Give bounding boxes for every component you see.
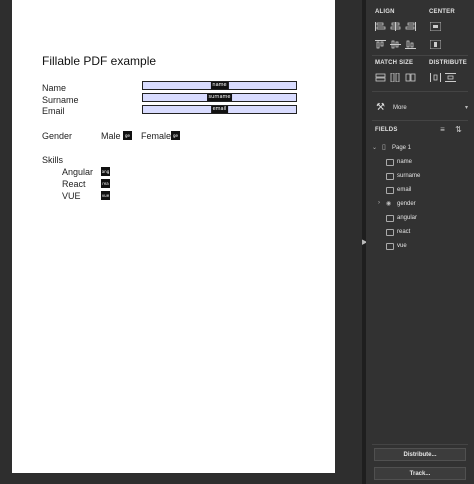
female-radio[interactable]: ge (171, 131, 180, 140)
distribute-button[interactable]: Distribute... (374, 448, 466, 461)
sort-icon[interactable]: ≡ (436, 124, 449, 135)
text-field-icon (386, 173, 394, 180)
section-divider (372, 91, 468, 92)
chevron-right-icon: › (378, 200, 380, 206)
align-center-horizontal-icon[interactable] (389, 22, 402, 33)
radio-group-icon: ◉ (386, 201, 392, 207)
distribute-vertical-icon[interactable] (444, 73, 457, 84)
align-header: ALIGN (375, 9, 395, 15)
track-button[interactable]: Track... (374, 467, 466, 480)
center-header: CENTER (429, 9, 455, 15)
section-divider (372, 444, 468, 445)
fields-header: FIELDS (375, 127, 398, 133)
name-field[interactable]: name (142, 81, 297, 90)
align-middle-icon[interactable] (389, 40, 402, 51)
tree-page-1[interactable]: ⌄ ▯ Page 1 (372, 144, 468, 154)
tree-item-react[interactable]: react (386, 228, 466, 238)
email-label: Email (42, 106, 65, 116)
tree-item-email[interactable]: email (386, 186, 466, 196)
surname-field[interactable]: surname (142, 93, 297, 102)
align-left-icon[interactable] (374, 22, 387, 33)
tree-item-label: email (397, 187, 412, 193)
center-vertical-icon[interactable] (429, 39, 442, 51)
chevron-down-icon: ⌄ (372, 145, 378, 151)
male-label: Male (101, 131, 121, 141)
page-icon: ▯ (382, 144, 386, 151)
align-bottom-icon[interactable] (404, 40, 417, 51)
male-radio[interactable]: ge (123, 131, 132, 140)
email-field-tag: email (210, 106, 229, 113)
tree-page-label: Page 1 (392, 145, 412, 151)
match-both-icon[interactable] (404, 73, 417, 84)
pdf-page[interactable]: Fillable PDF example Name name Surname s… (12, 0, 335, 473)
checkbox-icon (386, 243, 394, 250)
tree-item-label: angular (397, 215, 418, 221)
tree-item-vue[interactable]: vue (386, 242, 466, 252)
section-divider (372, 55, 468, 56)
skills-label: Skills (42, 155, 64, 165)
vue-label: VUE (62, 191, 81, 201)
sort-order-icon[interactable]: ⇅ (452, 124, 465, 135)
distribute-header: DISTRIBUTE (429, 60, 467, 66)
tree-item-angular[interactable]: angular (386, 214, 466, 224)
more-label: More (393, 105, 407, 111)
tree-item-label: vue (397, 243, 407, 249)
tree-item-label: gender (397, 201, 416, 207)
name-field-tag: name (210, 82, 229, 89)
text-field-icon (386, 187, 394, 194)
page-title: Fillable PDF example (42, 54, 157, 68)
checkbox-icon (386, 215, 394, 222)
react-checkbox[interactable]: rea (101, 179, 110, 188)
tree-item-surname[interactable]: surname (386, 172, 466, 182)
align-top-icon[interactable] (374, 40, 387, 51)
react-label: React (62, 179, 86, 189)
more-dropdown[interactable]: ⚒ More ▾ (374, 101, 468, 115)
tree-item-label: react (397, 229, 411, 235)
match-width-icon[interactable] (374, 73, 387, 84)
document-canvas[interactable]: Fillable PDF example Name name Surname s… (0, 0, 362, 484)
female-label: Female (141, 131, 172, 141)
center-horizontal-icon[interactable] (429, 21, 442, 33)
checkbox-icon (386, 229, 394, 236)
angular-checkbox[interactable]: ang (101, 167, 110, 176)
name-label: Name (42, 83, 67, 93)
surname-field-tag: surname (206, 94, 233, 101)
surname-label: Surname (42, 95, 79, 105)
match-size-header: MATCH SIZE (375, 60, 414, 66)
tree-item-label: surname (397, 173, 421, 179)
align-right-icon[interactable] (404, 22, 417, 33)
chevron-down-icon: ▾ (464, 105, 468, 111)
gender-label: Gender (42, 131, 73, 141)
tree-item-name[interactable]: name (386, 158, 466, 168)
right-panel: ALIGN CENTER MATCH SIZE DISTRIBUTE ⚒ Mor… (366, 0, 474, 484)
match-height-icon[interactable] (389, 72, 402, 84)
distribute-horizontal-icon[interactable] (429, 73, 442, 84)
section-divider (372, 120, 468, 121)
angular-label: Angular (62, 167, 94, 177)
tree-item-label: name (397, 159, 413, 165)
tree-item-gender[interactable]: › ◉ gender (378, 200, 466, 210)
tools-icon: ⚒ (376, 102, 385, 113)
text-field-icon (386, 159, 394, 166)
email-field[interactable]: email (142, 105, 297, 114)
vue-checkbox[interactable]: vue (101, 191, 110, 200)
